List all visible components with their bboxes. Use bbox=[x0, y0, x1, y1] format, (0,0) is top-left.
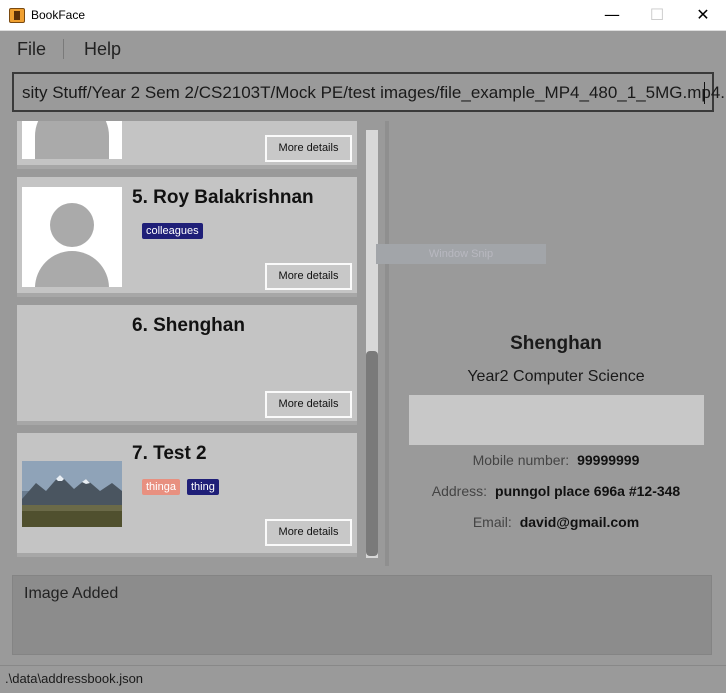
detail-address-row: Address: punngol place 696a #12-348 bbox=[389, 483, 723, 499]
avatar bbox=[22, 187, 122, 287]
detail-major: Year2 Computer Science bbox=[467, 368, 645, 385]
person-card[interactable]: 5. Roy Balakrishnan colleagues More deta… bbox=[17, 177, 357, 297]
window-title: BookFace bbox=[31, 8, 86, 22]
tag-badge: thing bbox=[186, 479, 219, 495]
app-icon bbox=[9, 8, 25, 23]
detail-image-placeholder bbox=[409, 395, 704, 445]
person-card[interactable]: 6. Shenghan More details bbox=[17, 305, 357, 425]
command-text: sity Stuff/Year 2 Sem 2/CS2103T/Mock PE/… bbox=[22, 83, 726, 102]
text-caret bbox=[704, 82, 705, 104]
mobile-value: 99999999 bbox=[577, 452, 640, 468]
save-location: .\data\addressbook.json bbox=[5, 671, 144, 686]
tag-list: colleagues bbox=[142, 223, 203, 239]
person-name: 7. Test 2 bbox=[132, 443, 207, 464]
avatar-head bbox=[50, 203, 94, 247]
email-label: Email: bbox=[472, 514, 512, 530]
tag-list: thinga thing bbox=[142, 479, 219, 495]
person-card[interactable]: 7. Test 2 thinga thing More details bbox=[17, 433, 357, 557]
more-details-button[interactable]: More details bbox=[265, 391, 352, 418]
mountain-photo bbox=[22, 461, 122, 527]
menu-file[interactable]: File bbox=[17, 39, 46, 60]
maximize-button[interactable]: ☐ bbox=[634, 0, 680, 31]
mobile-label: Mobile number: bbox=[472, 452, 570, 468]
close-button[interactable]: ✕ bbox=[680, 0, 726, 31]
minimize-button[interactable]: — bbox=[589, 0, 635, 31]
command-input[interactable]: sity Stuff/Year 2 Sem 2/CS2103T/Mock PE/… bbox=[12, 72, 726, 112]
avatar-silhouette bbox=[35, 251, 109, 287]
address-label: Address: bbox=[431, 483, 488, 499]
person-name: 5. Roy Balakrishnan bbox=[132, 187, 314, 208]
address-value: punngol place 696a #12-348 bbox=[495, 483, 681, 499]
result-display[interactable]: Image Added bbox=[12, 575, 712, 655]
more-details-button[interactable]: More details bbox=[265, 135, 352, 162]
avatar-photo bbox=[22, 461, 122, 527]
more-details-button[interactable]: More details bbox=[265, 519, 352, 546]
menu-help[interactable]: Help bbox=[84, 39, 121, 60]
email-value: david@gmail.com bbox=[519, 514, 640, 530]
avatar-silhouette bbox=[35, 121, 109, 159]
detail-mobile-row: Mobile number: 99999999 bbox=[389, 452, 723, 468]
menu-separator bbox=[63, 39, 64, 59]
window-snip-overlay: Window Snip bbox=[376, 244, 546, 264]
result-message: Image Added bbox=[24, 585, 119, 602]
avatar bbox=[22, 121, 122, 159]
tag-badge: colleagues bbox=[142, 223, 203, 239]
more-details-button[interactable]: More details bbox=[265, 263, 352, 290]
list-scrollbar-thumb[interactable] bbox=[366, 351, 378, 556]
detail-name: Shenghan bbox=[510, 333, 602, 354]
detail-email-row: Email: david@gmail.com bbox=[389, 514, 723, 530]
person-name: 6. Shenghan bbox=[132, 315, 245, 336]
status-bar: .\data\addressbook.json bbox=[0, 665, 726, 693]
person-list[interactable]: More details 5. Roy Balakrishnan colleag… bbox=[12, 121, 384, 560]
tag-badge: thinga bbox=[142, 479, 180, 495]
title-bar: BookFace — ☐ ✕ bbox=[0, 0, 726, 31]
person-card[interactable]: More details bbox=[17, 121, 357, 169]
